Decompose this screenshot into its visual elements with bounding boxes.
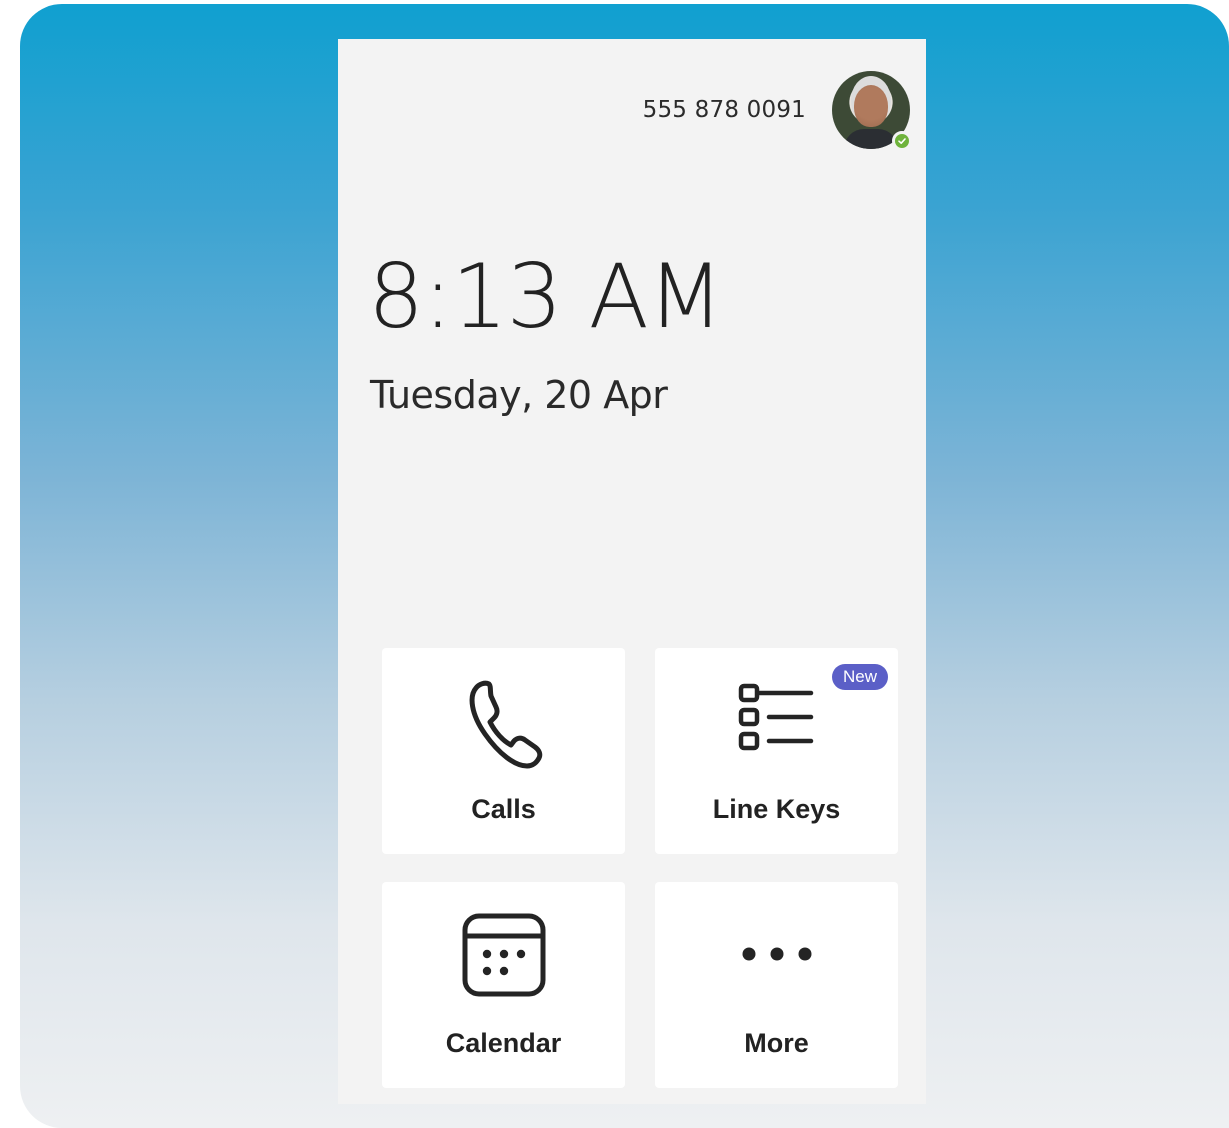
clock-date: Tuesday, 20 Apr [370,373,668,417]
line-keys-icon [737,680,817,765]
avatar[interactable] [832,71,912,151]
presence-available-icon [892,131,912,151]
background-frame: 555 878 0091 8:13 AM Tuesday, 20 Apr Cal… [20,4,1229,1128]
line-keys-tile[interactable]: New Line Keys [655,648,898,854]
check-icon [898,138,906,144]
new-badge: New [831,664,888,690]
calendar-tile[interactable]: Calendar [382,882,625,1088]
phone-icon [459,674,549,779]
phone-screen: 555 878 0091 8:13 AM Tuesday, 20 Apr Cal… [338,39,926,1104]
phone-number: 555 878 0091 [642,97,806,123]
status-bar: 555 878 0091 [642,71,912,151]
calendar-icon [461,912,547,1003]
more-tile[interactable]: More [655,882,898,1088]
calls-label: Calls [471,794,536,824]
calls-tile[interactable]: Calls [382,648,625,854]
more-icon [739,942,815,971]
avatar-shirt [844,129,898,149]
more-label: More [744,1028,809,1058]
line-keys-label: Line Keys [712,794,841,824]
avatar-face [854,85,888,127]
calendar-label: Calendar [445,1028,562,1058]
clock-time: 8:13 AM [368,245,724,348]
